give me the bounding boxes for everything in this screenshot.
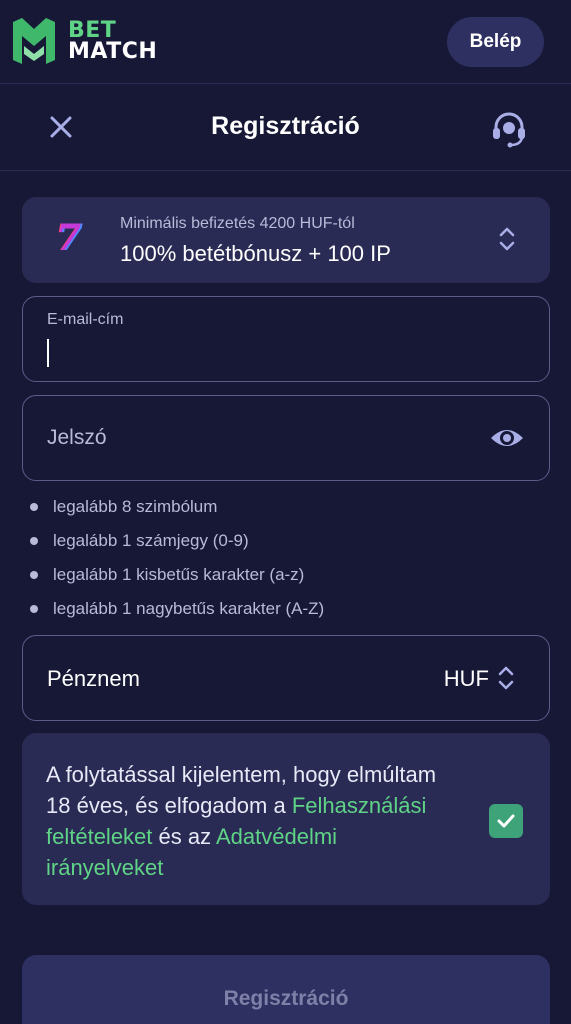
email-field[interactable]: E-mail-cím [22,296,550,382]
bullet-icon [30,537,38,545]
bullet-icon [30,605,38,613]
login-button[interactable]: Belép [447,17,544,67]
currency-select[interactable]: Pénznem HUF [22,635,550,721]
bonus-selector[interactable]: 7 Minimális befizetés 4200 HUF-tól 100% … [22,197,550,283]
rule-text: legalább 1 nagybetűs karakter (A-Z) [53,599,325,618]
rule-text: legalább 1 számjegy (0-9) [53,531,249,550]
password-rule: legalább 1 kisbetűs karakter (a-z) [28,562,324,596]
bullet-icon [30,571,38,579]
terms-consent: A folytatással kijelentem, hogy elmúltam… [22,733,550,905]
terms-text: A folytatással kijelentem, hogy elmúltam… [46,759,446,883]
register-button[interactable]: Regisztráció [22,955,550,1024]
logo-line-1: BET [68,18,117,43]
terms-checkbox[interactable] [489,804,523,838]
password-rule: legalább 1 nagybetűs karakter (A-Z) [28,596,324,630]
chevron-up-down-icon [498,666,514,690]
bonus-subtitle: Minimális befizetés 4200 HUF-tól [120,215,355,232]
bonus-title: 100% betétbónusz + 100 IP [120,241,391,266]
logo-mark-icon [13,18,55,64]
registration-page: BET MATCH Belép Regisztráció 7 Minimális… [0,0,571,1024]
rule-text: legalább 1 kisbetűs karakter (a-z) [53,565,305,584]
logo-text: BET MATCH [68,18,158,64]
password-rules-list: legalább 8 szimbólum legalább 1 számjegy… [28,494,324,630]
page-title: Regisztráció [211,112,360,140]
terms-text-middle: és az [152,824,216,849]
slot-seven-icon: 7 [56,217,82,259]
logo-line-2: MATCH [68,39,158,64]
text-cursor [47,339,49,367]
password-rule: legalább 1 számjegy (0-9) [28,528,324,562]
top-header: BET MATCH Belép [0,0,571,84]
password-rule: legalább 8 szimbólum [28,494,324,528]
bullet-icon [30,503,38,511]
email-label: E-mail-cím [47,311,124,328]
currency-label: Pénznem [47,666,140,691]
password-field[interactable]: Jelszó [22,395,550,481]
checkmark-icon [497,814,515,828]
betmatch-logo[interactable]: BET MATCH [10,16,170,66]
title-bar: Regisztráció [0,85,571,171]
currency-value: HUF [443,666,489,691]
rule-text: legalább 8 szimbólum [53,497,218,516]
chevron-up-down-icon [499,227,515,251]
password-placeholder: Jelszó [47,426,107,449]
eye-icon[interactable] [489,424,525,452]
headset-icon[interactable] [489,109,529,149]
